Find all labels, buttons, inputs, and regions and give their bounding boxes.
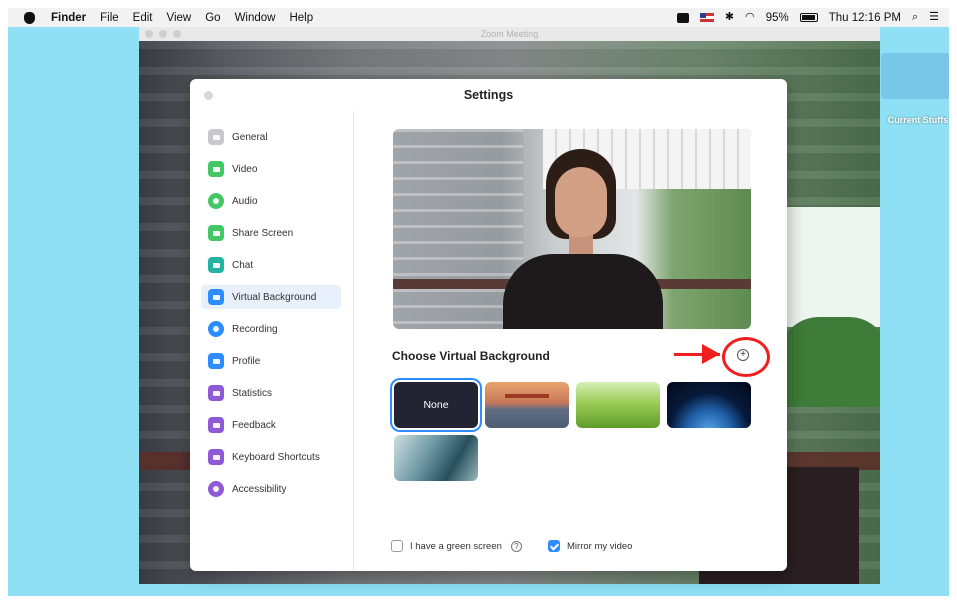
sidebar-item-label: Share Screen: [232, 227, 294, 239]
desktop: Finder File Edit View Go Window Help ✱ ◠…: [8, 8, 949, 596]
zoom-window-button[interactable]: [173, 30, 181, 38]
window-menu[interactable]: Window: [235, 12, 276, 24]
sidebar-item-label: Chat: [232, 259, 254, 271]
edit-menu[interactable]: Edit: [133, 12, 153, 24]
sidebar-item-general[interactable]: General: [201, 125, 341, 149]
settings-title: Settings: [463, 88, 514, 102]
sidebar-item-virtual-background[interactable]: Virtual Background: [201, 285, 341, 309]
add-background-button[interactable]: +: [737, 349, 749, 361]
sidebar-item-label: Accessibility: [232, 483, 287, 495]
video-icon: [208, 161, 224, 177]
green-screen-option[interactable]: I have a green screen ?: [391, 539, 522, 553]
virtual-background-icon: [208, 289, 224, 305]
menubar: Finder File Edit View Go Window Help ✱ ◠…: [8, 8, 949, 27]
sidebar-item-label: Audio: [232, 195, 258, 207]
file-menu[interactable]: File: [100, 12, 119, 24]
battery-percent: 95%: [765, 11, 789, 24]
background-none[interactable]: None: [394, 382, 478, 428]
sidebar-item-label: Virtual Background: [232, 291, 317, 303]
sidebar-item-label: Recording: [232, 323, 278, 335]
sidebar-item-label: General: [232, 131, 268, 143]
camera-feed-trees: [779, 317, 880, 407]
list-icon[interactable]: ☰: [929, 12, 939, 23]
mirror-video-checkbox[interactable]: [548, 540, 560, 552]
green-screen-label: I have a green screen: [410, 540, 502, 552]
go-menu[interactable]: Go: [205, 12, 220, 24]
preview-person: [493, 149, 673, 329]
choose-virtual-background-title: Choose Virtual Background: [392, 349, 550, 363]
sidebar-item-label: Statistics: [232, 387, 273, 399]
screen-record-icon[interactable]: [676, 12, 689, 23]
sidebar-item-audio[interactable]: Audio: [201, 189, 341, 213]
annotation-arrow-head: [702, 344, 720, 364]
background-earth[interactable]: [667, 382, 751, 428]
recording-icon: [208, 321, 224, 337]
keyboard-icon: [208, 449, 224, 465]
video-preview: [393, 129, 751, 329]
statistics-icon: [208, 385, 224, 401]
zoom-window-titlebar: Zoom Meeting: [139, 27, 880, 41]
mirror-video-option[interactable]: Mirror my video: [548, 539, 632, 553]
sidebar-item-accessibility[interactable]: Accessibility: [201, 477, 341, 501]
settings-dialog: Settings General Video Audio Share Scree…: [190, 79, 787, 571]
gear-icon: [208, 129, 224, 145]
sidebar-item-recording[interactable]: Recording: [201, 317, 341, 341]
sidebar-item-label: Profile: [232, 355, 261, 367]
help-icon[interactable]: ?: [510, 540, 522, 552]
camera-feed-sky: [779, 207, 880, 327]
desktop-folder-label[interactable]: Current Stuffs: [878, 115, 949, 125]
settings-titlebar: Settings: [190, 79, 787, 111]
sidebar-item-feedback[interactable]: Feedback: [201, 413, 341, 437]
sidebar-item-video[interactable]: Video: [201, 157, 341, 181]
preview-face: [555, 167, 607, 237]
sidebar-item-statistics[interactable]: Statistics: [201, 381, 341, 405]
sidebar-item-keyboard-shortcuts[interactable]: Keyboard Shortcuts: [201, 445, 341, 469]
share-screen-icon: [208, 225, 224, 241]
us-flag-icon[interactable]: [699, 13, 714, 22]
sidebar-item-share-screen[interactable]: Share Screen: [201, 221, 341, 245]
close-window-button[interactable]: [145, 30, 153, 38]
profile-icon: [208, 353, 224, 369]
accessibility-icon: [208, 481, 224, 497]
background-grass[interactable]: [576, 382, 660, 428]
settings-sidebar: General Video Audio Share Screen Chat Vi…: [190, 111, 354, 571]
minimize-window-button[interactable]: [159, 30, 167, 38]
sidebar-item-label: Video: [232, 163, 258, 175]
app-name-menu[interactable]: Finder: [51, 12, 86, 24]
chat-icon: [208, 257, 224, 273]
sidebar-item-label: Keyboard Shortcuts: [232, 451, 320, 463]
sidebar-item-label: Feedback: [232, 419, 276, 431]
zoom-window-title: Zoom Meeting: [480, 29, 539, 39]
sidebar-item-profile[interactable]: Profile: [201, 349, 341, 373]
headphones-icon: [208, 193, 224, 209]
help-menu[interactable]: Help: [289, 12, 313, 24]
desktop-folder-thumbnail[interactable]: [881, 53, 949, 99]
feedback-icon: [208, 417, 224, 433]
green-screen-checkbox[interactable]: [391, 540, 403, 552]
view-menu[interactable]: View: [167, 12, 192, 24]
wifi-icon[interactable]: ◠: [745, 12, 755, 23]
mirror-video-label: Mirror my video: [567, 540, 633, 552]
search-icon[interactable]: ⌕: [912, 12, 918, 23]
preview-body: [503, 254, 663, 329]
sidebar-item-chat[interactable]: Chat: [201, 253, 341, 277]
background-golden-gate-bridge[interactable]: [485, 382, 569, 428]
battery-icon[interactable]: [799, 13, 818, 22]
bluetooth-icon[interactable]: ✱: [725, 12, 734, 23]
apple-icon[interactable]: [24, 11, 35, 24]
clock[interactable]: Thu 12:16 PM: [829, 12, 901, 24]
background-ocean-wave[interactable]: [394, 435, 478, 481]
